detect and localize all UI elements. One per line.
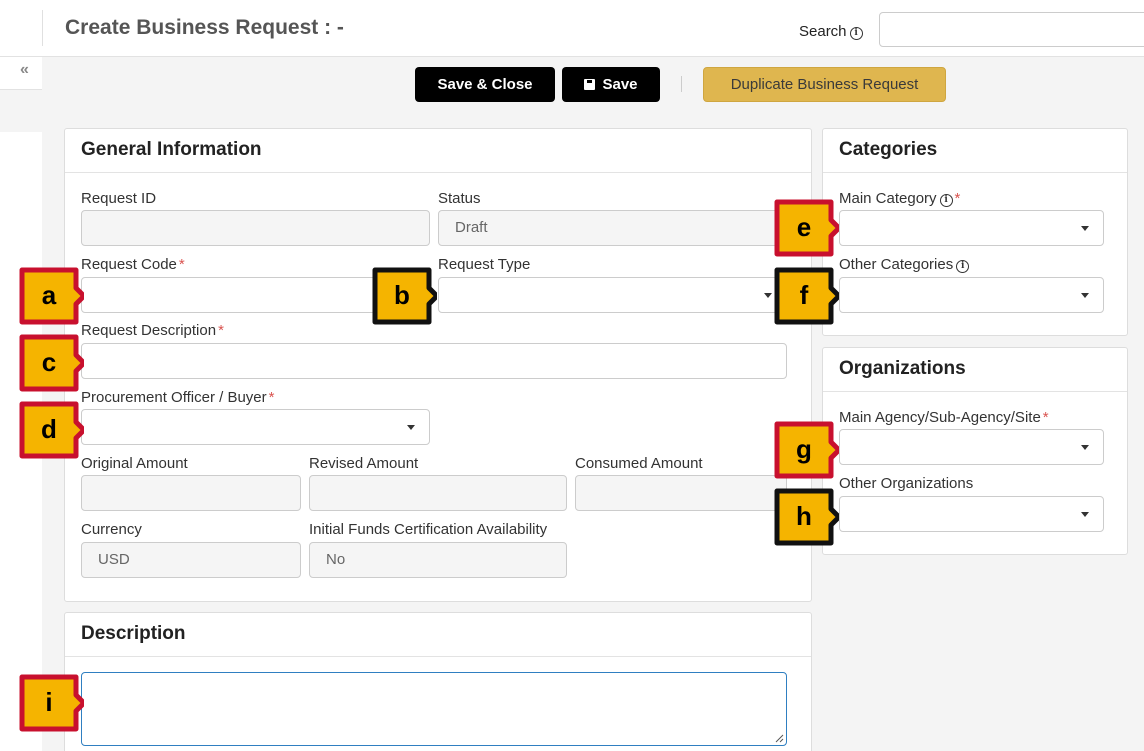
main-agency-label-text: Main Agency/Sub-Agency/Site [839, 409, 1041, 426]
revised-amount-label: Revised Amount [309, 455, 419, 472]
consumed-amount-label: Consumed Amount [575, 455, 703, 472]
required-mark: * [954, 190, 961, 207]
callout-letter-f: f [799, 280, 809, 310]
header-divider [42, 10, 43, 46]
chevron-down-icon [1081, 445, 1089, 450]
request-id-field[interactable] [81, 210, 430, 246]
description-textarea[interactable] [81, 672, 787, 746]
callout-letter-e: e [796, 212, 812, 242]
callout-letter-g: g [796, 434, 812, 464]
request-code-label-text: Request Code [81, 256, 177, 273]
request-code-label: Request Code * [81, 256, 185, 273]
main-category-label-text: Main Category [839, 190, 937, 207]
callout-letter-a: a [41, 280, 57, 310]
original-amount-field[interactable] [81, 475, 301, 511]
search-label: Search i [799, 23, 863, 40]
other-organizations-select[interactable] [839, 496, 1104, 532]
chevron-down-icon [1081, 226, 1089, 231]
request-description-label-text: Request Description [81, 322, 217, 339]
main-agency-select[interactable] [839, 429, 1104, 465]
required-mark: * [218, 322, 224, 339]
request-description-field[interactable] [81, 343, 787, 379]
general-information-title: General Information [65, 129, 811, 173]
floppy-disk-icon [584, 79, 596, 90]
original-amount-label: Original Amount [81, 455, 188, 472]
main-category-select[interactable] [839, 210, 1104, 246]
callout-d: d [18, 400, 84, 460]
save-label: Save [602, 76, 638, 93]
callout-e: e [773, 198, 839, 258]
callout-a: a [18, 266, 84, 326]
duplicate-business-request-button[interactable]: Duplicate Business Request [703, 67, 946, 102]
organizations-title: Organizations [823, 348, 1127, 392]
callout-c: c [18, 333, 84, 393]
collapse-icon[interactable]: « [20, 61, 29, 79]
other-categories-label: Other Categories i [839, 256, 970, 273]
other-categories-select[interactable] [839, 277, 1104, 313]
description-title: Description [65, 613, 811, 657]
ifc-availability-label: Initial Funds Certification Availability [309, 521, 548, 538]
resize-grip-icon[interactable] [775, 734, 784, 743]
required-mark: * [1042, 409, 1049, 426]
page-title: Create Business Request : - [65, 16, 344, 39]
callout-h: h [773, 487, 839, 547]
chevron-down-icon [764, 293, 772, 298]
callout-i: i [18, 673, 84, 733]
request-type-label: Request Type [438, 256, 531, 273]
other-categories-label-text: Other Categories [839, 256, 954, 273]
search-label-text: Search [799, 23, 847, 40]
procurement-officer-label: Procurement Officer / Buyer * [81, 389, 274, 406]
chevron-down-icon [1081, 512, 1089, 517]
callout-letter-h: h [796, 501, 812, 531]
callout-letter-b: b [394, 280, 410, 310]
procurement-officer-select[interactable] [81, 409, 430, 445]
main-category-label: Main Category i * [839, 190, 960, 207]
callout-f: f [773, 266, 839, 326]
info-icon[interactable]: i [956, 260, 970, 273]
callout-letter-c: c [41, 347, 57, 377]
duplicate-label: Duplicate Business Request [730, 76, 919, 93]
request-type-select[interactable] [438, 277, 787, 313]
categories-title: Categories [823, 129, 1127, 173]
currency-field[interactable]: USD [81, 542, 301, 578]
other-organizations-label: Other Organizations [839, 475, 974, 492]
top-bar: Create Business Request : - Search i [0, 0, 1144, 57]
sidebar-toggle[interactable]: « [0, 57, 42, 90]
toolbar-separator [681, 76, 682, 92]
callout-g: g [773, 420, 839, 480]
callout-b: b [371, 266, 437, 326]
search-input[interactable] [879, 12, 1144, 47]
info-icon[interactable]: i [849, 27, 863, 40]
procurement-officer-label-text: Procurement Officer / Buyer [81, 389, 267, 406]
chevron-down-icon [407, 425, 415, 430]
ifc-availability-field[interactable]: No [309, 542, 567, 578]
status-label: Status [438, 190, 481, 207]
callout-letter-d: d [41, 414, 57, 444]
save-close-label: Save & Close [437, 76, 533, 93]
currency-label: Currency [81, 521, 142, 538]
main-agency-label: Main Agency/Sub-Agency/Site * [839, 409, 1049, 426]
consumed-amount-field[interactable] [575, 475, 787, 511]
request-id-label: Request ID [81, 190, 157, 207]
required-mark: * [178, 256, 185, 273]
chevron-down-icon [1081, 293, 1089, 298]
info-icon[interactable]: i [939, 194, 953, 207]
save-button[interactable]: Save [562, 67, 660, 102]
save-close-button[interactable]: Save & Close [415, 67, 555, 102]
required-mark: * [268, 389, 275, 406]
status-field[interactable]: Draft [438, 210, 788, 246]
request-description-label: Request Description * [81, 322, 224, 339]
revised-amount-field[interactable] [309, 475, 567, 511]
callout-letter-i: i [45, 687, 53, 717]
